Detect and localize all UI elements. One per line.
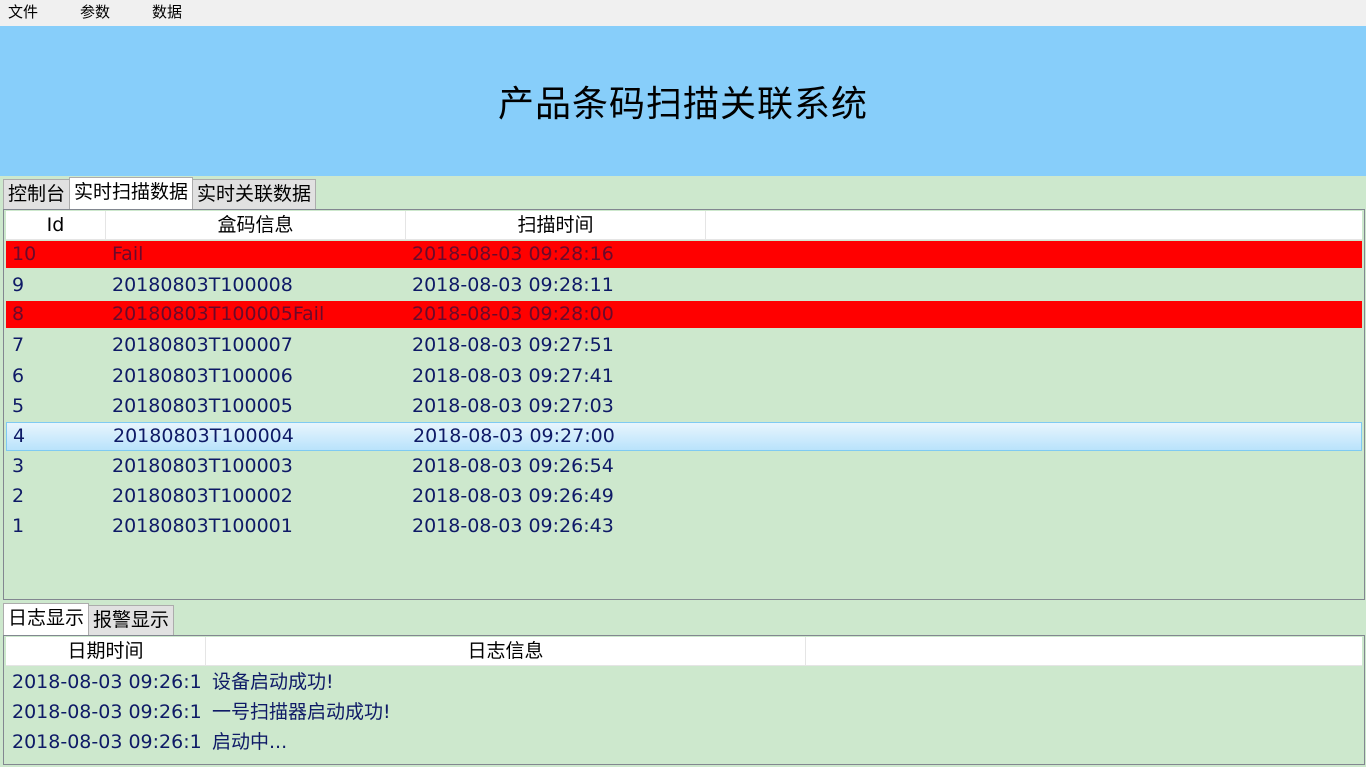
cell-log-message: 一号扫描器启动成功! <box>212 701 391 723</box>
cell-box-code: 20180803T100006 <box>112 364 293 387</box>
column-header-scan-time[interactable]: 扫描时间 <box>406 211 706 239</box>
cell-box-code: 20180803T100003 <box>112 454 293 477</box>
log-grid-header: 日期时间 日志信息 <box>6 637 1362 666</box>
cell-scan-time: 2018-08-03 09:28:16 <box>412 243 614 265</box>
column-header-filler <box>806 637 1362 665</box>
cell-id: 6 <box>12 364 25 387</box>
cell-id: 8 <box>12 303 25 326</box>
tab-realtime-scan[interactable]: 实时扫描数据 <box>69 177 194 209</box>
scan-grid-body: 10 Fail 2018-08-03 09:28:16 9 20180803T10000… <box>4 241 1364 542</box>
cell-id: 1 <box>12 515 25 538</box>
table-row[interactable]: 4 20180803T100004 2018-08-03 09:27:00 <box>6 421 1362 451</box>
cell-scan-time: 2018-08-03 09:28:11 <box>412 274 614 296</box>
table-row[interactable]: 9 20180803T100008 2018-08-03 09:28:11 <box>6 270 1362 300</box>
cell-scan-time: 2018-08-03 09:26:49 <box>412 484 614 507</box>
cell-box-code: 20180803T100005 <box>112 395 293 418</box>
table-row[interactable]: 5 20180803T100005 2018-08-03 09:27:03 <box>6 391 1362 421</box>
cell-id: 7 <box>12 334 25 357</box>
cell-scan-time: 2018-08-03 09:27:41 <box>412 364 614 387</box>
table-row[interactable]: 10 Fail 2018-08-03 09:28:16 <box>6 241 1362 268</box>
table-row[interactable]: 2 20180803T100002 2018-08-03 09:26:49 <box>6 481 1362 511</box>
log-row[interactable]: 2018-08-03 09:26:1 启动中... <box>6 726 1362 756</box>
log-row[interactable]: 2018-08-03 09:26:1 一号扫描器启动成功! <box>6 696 1362 726</box>
cell-datetime: 2018-08-03 09:26:1 <box>12 671 202 693</box>
menu-bar: 文件 参数 数据 <box>0 0 1366 26</box>
cell-datetime: 2018-08-03 09:26:1 <box>12 701 202 723</box>
cell-id: 2 <box>12 484 25 507</box>
cell-box-code: 20180803T100002 <box>112 484 293 507</box>
cell-log-message: 启动中... <box>212 731 288 753</box>
table-row[interactable]: 3 20180803T100003 2018-08-03 09:26:54 <box>6 451 1362 481</box>
table-row[interactable]: 7 20180803T100007 2018-08-03 09:27:51 <box>6 330 1362 360</box>
log-grid[interactable]: 日期时间 日志信息 2018-08-03 09:26:1 设备启动成功! 2018-… <box>3 635 1365 765</box>
cell-scan-time: 2018-08-03 09:27:51 <box>412 334 614 357</box>
column-header-box-code[interactable]: 盒码信息 <box>106 211 406 239</box>
column-header-datetime[interactable]: 日期时间 <box>6 637 206 665</box>
cell-id: 4 <box>13 424 26 447</box>
tab-alarm-display[interactable]: 报警显示 <box>88 605 175 635</box>
column-header-filler <box>706 211 1362 239</box>
cell-id: 10 <box>12 243 37 265</box>
cell-id: 9 <box>12 274 25 296</box>
menu-file[interactable]: 文件 <box>0 0 46 26</box>
cell-box-code: 20180803T100001 <box>112 515 293 538</box>
table-row[interactable]: 8 20180803T100005Fail 2018-08-03 09:28:00 <box>6 301 1362 329</box>
table-row[interactable]: 1 20180803T100001 2018-08-03 09:26:43 <box>6 511 1362 541</box>
cell-box-code: 20180803T100005Fail <box>112 303 325 326</box>
tab-log-display[interactable]: 日志显示 <box>3 603 90 635</box>
cell-box-code: 20180803T100007 <box>112 334 293 357</box>
header-banner: 产品条码扫描关联系统 <box>0 26 1366 176</box>
log-grid-body: 2018-08-03 09:26:1 设备启动成功! 2018-08-03 09:2… <box>4 666 1364 756</box>
scan-data-grid[interactable]: Id 盒码信息 扫描时间 10 Fail 2018-08-03 09:28:16 9 2… <box>3 209 1365 600</box>
log-tabstrip: 日志显示 报警显示 <box>3 603 175 635</box>
cell-scan-time: 2018-08-03 09:26:54 <box>412 454 614 477</box>
tab-console[interactable]: 控制台 <box>3 179 71 209</box>
cell-box-code: 20180803T100008 <box>112 274 293 296</box>
table-row[interactable]: 6 20180803T100006 2018-08-03 09:27:41 <box>6 361 1362 391</box>
log-row[interactable]: 2018-08-03 09:26:1 设备启动成功! <box>6 666 1362 696</box>
menu-parameters[interactable]: 参数 <box>72 0 118 26</box>
scan-grid-header: Id 盒码信息 扫描时间 <box>6 211 1362 240</box>
cell-box-code: 20180803T100004 <box>113 424 294 447</box>
cell-scan-time: 2018-08-03 09:27:00 <box>413 424 615 447</box>
menu-data[interactable]: 数据 <box>144 0 190 26</box>
cell-id: 5 <box>12 395 25 418</box>
cell-scan-time: 2018-08-03 09:26:43 <box>412 515 614 538</box>
cell-id: 3 <box>12 454 25 477</box>
cell-scan-time: 2018-08-03 09:28:00 <box>412 303 614 326</box>
main-tabstrip: 控制台 实时扫描数据 实时关联数据 <box>3 177 317 209</box>
app-title: 产品条码扫描关联系统 <box>497 84 868 125</box>
cell-scan-time: 2018-08-03 09:27:03 <box>412 395 614 418</box>
column-header-log-info[interactable]: 日志信息 <box>206 637 806 665</box>
tab-realtime-link[interactable]: 实时关联数据 <box>192 179 317 209</box>
cell-log-message: 设备启动成功! <box>212 671 334 693</box>
cell-box-code: Fail <box>112 243 144 265</box>
column-header-id[interactable]: Id <box>6 211 106 239</box>
cell-datetime: 2018-08-03 09:26:1 <box>12 731 202 753</box>
